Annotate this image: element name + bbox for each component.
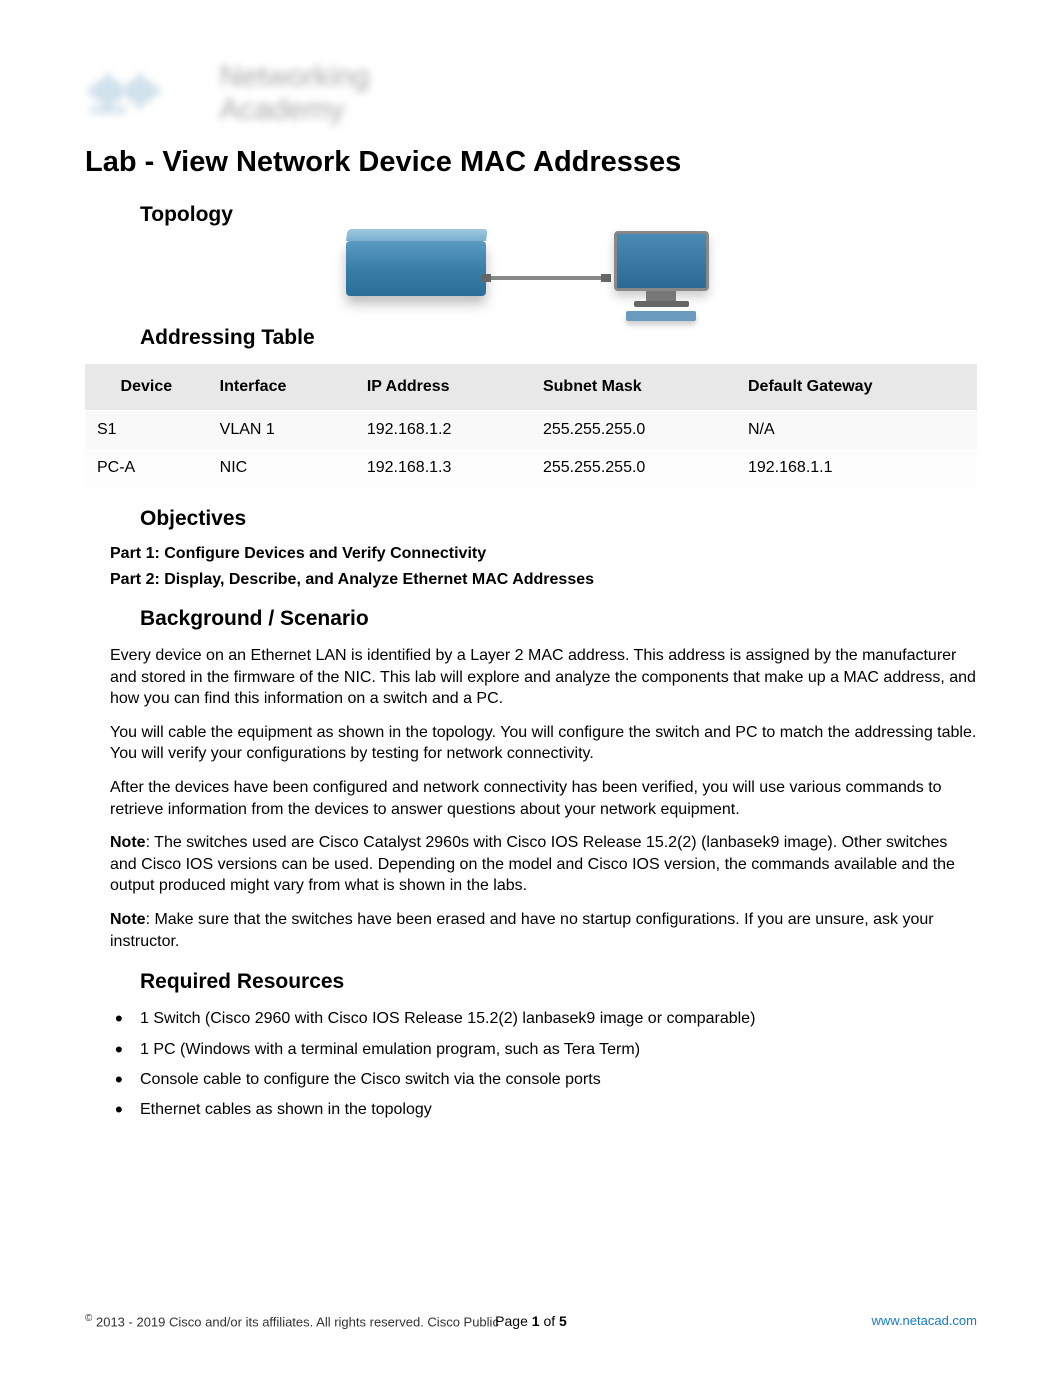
cisco-logo-icon: cisco bbox=[85, 66, 205, 121]
page-total: 5 bbox=[559, 1313, 567, 1329]
heading-background: Background / Scenario bbox=[140, 607, 977, 631]
objective-part2: Part 2: Display, Describe, and Analyze E… bbox=[110, 571, 977, 589]
list-item: 1 PC (Windows with a terminal emulation … bbox=[110, 1039, 977, 1061]
cell-device: S1 bbox=[85, 411, 208, 450]
switch-icon bbox=[346, 241, 486, 296]
heading-objectives: Objectives bbox=[140, 507, 977, 531]
logo-text: Networking Academy bbox=[219, 60, 369, 126]
th-device: Device bbox=[85, 364, 208, 411]
cell-ip: 192.168.1.2 bbox=[355, 411, 531, 450]
table-header-row: Device Interface IP Address Subnet Mask … bbox=[85, 364, 977, 411]
note-label: Note bbox=[110, 911, 146, 928]
list-item: 1 Switch (Cisco 2960 with Cisco IOS Rele… bbox=[110, 1008, 977, 1030]
background-note2: Note: Make sure that the switches have b… bbox=[110, 909, 977, 952]
logo-text-line1: Networking bbox=[219, 60, 369, 93]
cell-gateway: N/A bbox=[736, 411, 977, 450]
th-interface: Interface bbox=[208, 364, 355, 411]
page-label-pre: Page bbox=[495, 1313, 532, 1329]
topology-diagram bbox=[85, 241, 977, 306]
page-label-mid: of bbox=[540, 1313, 559, 1329]
table-row: PC-A NIC 192.168.1.3 255.255.255.0 192.1… bbox=[85, 449, 977, 487]
heading-required-resources: Required Resources bbox=[140, 970, 977, 994]
cell-interface: VLAN 1 bbox=[208, 411, 355, 450]
list-item: Console cable to configure the Cisco swi… bbox=[110, 1069, 977, 1091]
pc-icon bbox=[606, 231, 716, 306]
svg-text:cisco: cisco bbox=[90, 101, 126, 116]
cell-ip: 192.168.1.3 bbox=[355, 449, 531, 487]
objective-part1: Part 1: Configure Devices and Verify Con… bbox=[110, 545, 977, 563]
note-text: : Make sure that the switches have been … bbox=[110, 911, 934, 950]
logo-text-line2: Academy bbox=[219, 93, 344, 126]
footer-copyright: © 2013 - 2019 Cisco and/or its affiliate… bbox=[85, 1313, 499, 1329]
addressing-table: Device Interface IP Address Subnet Mask … bbox=[85, 364, 977, 487]
table-row: S1 VLAN 1 192.168.1.2 255.255.255.0 N/A bbox=[85, 411, 977, 450]
cell-mask: 255.255.255.0 bbox=[531, 449, 736, 487]
th-ip: IP Address bbox=[355, 364, 531, 411]
background-p3: After the devices have been configured a… bbox=[110, 777, 977, 820]
heading-addressing-table: Addressing Table bbox=[140, 326, 977, 350]
footer-page-number: Page 1 of 5 bbox=[495, 1313, 567, 1329]
logo-area: cisco Networking Academy bbox=[85, 60, 977, 126]
cell-mask: 255.255.255.0 bbox=[531, 411, 736, 450]
list-item: Ethernet cables as shown in the topology bbox=[110, 1099, 977, 1121]
lab-title: Lab - View Network Device MAC Addresses bbox=[85, 146, 977, 179]
th-gateway: Default Gateway bbox=[736, 364, 977, 411]
ethernet-cable-icon bbox=[486, 276, 606, 280]
cell-interface: NIC bbox=[208, 449, 355, 487]
resources-list: 1 Switch (Cisco 2960 with Cisco IOS Rele… bbox=[110, 1008, 977, 1122]
copyright-text: 2013 - 2019 Cisco and/or its affiliates.… bbox=[92, 1314, 499, 1329]
background-note1: Note: The switches used are Cisco Cataly… bbox=[110, 832, 977, 897]
cell-device: PC-A bbox=[85, 449, 208, 487]
heading-topology: Topology bbox=[140, 203, 977, 227]
background-p1: Every device on an Ethernet LAN is ident… bbox=[110, 645, 977, 710]
footer-link[interactable]: www.netacad.com bbox=[872, 1313, 978, 1328]
note-text: : The switches used are Cisco Catalyst 2… bbox=[110, 834, 955, 894]
background-p2: You will cable the equipment as shown in… bbox=[110, 722, 977, 765]
note-label: Note bbox=[110, 834, 146, 851]
page-footer: © 2013 - 2019 Cisco and/or its affiliate… bbox=[85, 1313, 977, 1329]
th-mask: Subnet Mask bbox=[531, 364, 736, 411]
cell-gateway: 192.168.1.1 bbox=[736, 449, 977, 487]
